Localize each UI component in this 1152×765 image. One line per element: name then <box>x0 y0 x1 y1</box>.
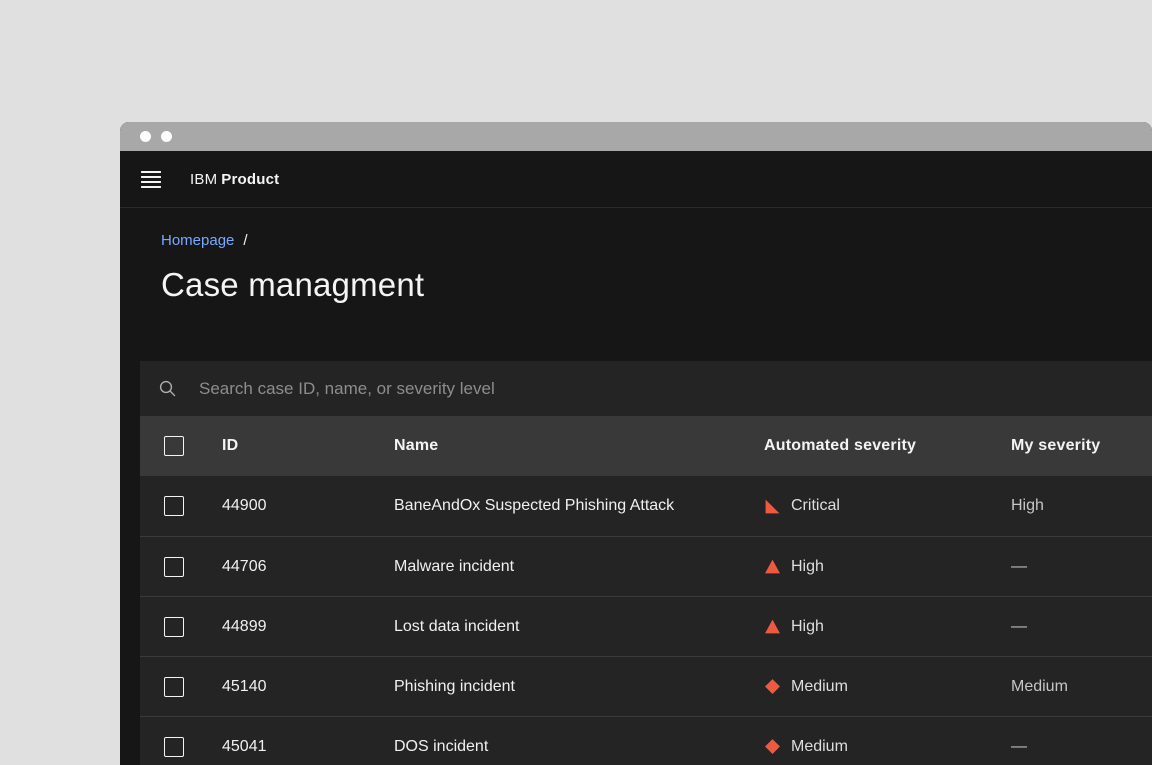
severity-medium-icon <box>765 679 780 694</box>
table-row[interactable]: 45140 Phishing incident Medium Medium <box>140 656 1152 716</box>
cell-case-name: DOS incident <box>394 737 489 755</box>
app-window: IBM Product Homepage / Case managment Se… <box>120 122 1152 765</box>
severity-label: Medium <box>791 677 848 695</box>
select-all-checkbox[interactable] <box>164 436 184 456</box>
cell-case-id: 45041 <box>222 737 267 755</box>
search-input[interactable] <box>199 378 1152 399</box>
menu-button[interactable] <box>141 170 161 188</box>
breadcrumb-separator: / <box>243 232 248 249</box>
cell-my-severity: — <box>1011 737 1027 755</box>
cell-case-id: 44900 <box>222 497 267 514</box>
window-control-dot[interactable] <box>161 131 172 142</box>
desktop-background: IBM Product Homepage / Case managment Se… <box>0 0 1152 765</box>
severity-high-icon <box>765 619 780 634</box>
search-icon <box>159 380 176 397</box>
table-header-row: ID Name Automated severity My severity <box>140 416 1152 476</box>
severity-medium-icon <box>765 739 780 754</box>
breadcrumb-link-homepage[interactable]: Homepage <box>161 232 234 250</box>
row-checkbox[interactable] <box>164 676 184 697</box>
column-header-id[interactable]: ID <box>222 437 394 455</box>
column-header-my-severity[interactable]: My severity <box>1011 437 1152 455</box>
row-checkbox[interactable] <box>164 616 184 637</box>
row-checkbox[interactable] <box>164 556 184 577</box>
cell-case-id: 44899 <box>222 617 267 635</box>
window-titlebar[interactable] <box>120 122 1152 151</box>
cell-case-name: BaneAndOx Suspected Phishing Attack <box>394 497 675 514</box>
row-checkbox[interactable] <box>164 736 184 757</box>
table-row[interactable]: 45041 DOS incident Medium — <box>140 716 1152 765</box>
severity-critical-icon <box>765 499 780 513</box>
cell-my-severity: — <box>1011 617 1027 635</box>
page-title: Case managment <box>161 266 425 303</box>
severity-label: Critical <box>791 497 840 514</box>
cell-automated-severity: Medium <box>764 678 1011 696</box>
page-content: Homepage / Case managment ID <box>120 232 1152 765</box>
severity-label: High <box>791 557 824 575</box>
brand-name: Product <box>221 170 280 188</box>
breadcrumb: Homepage / <box>161 232 1152 250</box>
brand-prefix: IBM <box>190 170 218 188</box>
table-row[interactable]: 44899 Lost data incident High — <box>140 596 1152 656</box>
cell-automated-severity: High <box>764 618 1011 636</box>
cell-case-id: 44706 <box>222 557 267 575</box>
cell-automated-severity: High <box>764 558 1011 576</box>
table-row[interactable]: 44706 Malware incident High — <box>140 536 1152 596</box>
app-header: IBM Product <box>120 151 1152 208</box>
app-brand[interactable]: IBM Product <box>190 171 279 188</box>
cell-case-name: Lost data incident <box>394 617 520 635</box>
cell-my-severity: — <box>1011 557 1027 575</box>
cell-case-id: 45140 <box>222 677 267 695</box>
cell-my-severity: High <box>1011 497 1044 514</box>
hamburger-icon <box>141 170 161 188</box>
column-header-automated-severity[interactable]: Automated severity <box>764 437 1011 455</box>
cell-automated-severity: Medium <box>764 738 1011 756</box>
case-table-panel: ID Name Automated severity My severity 4… <box>140 361 1152 765</box>
search-bar[interactable] <box>140 361 1152 416</box>
severity-label: Medium <box>791 737 848 755</box>
cell-automated-severity: Critical <box>764 497 1011 515</box>
cell-case-name: Malware incident <box>394 557 515 575</box>
table-row[interactable]: 44900 BaneAndOx Suspected Phishing Attac… <box>140 476 1152 536</box>
row-checkbox[interactable] <box>164 496 184 516</box>
severity-high-icon <box>765 559 780 574</box>
column-header-name[interactable]: Name <box>394 437 764 455</box>
cell-case-name: Phishing incident <box>394 677 515 695</box>
window-control-dot[interactable] <box>140 131 151 142</box>
severity-label: High <box>791 617 824 635</box>
table-body: 44900 BaneAndOx Suspected Phishing Attac… <box>140 476 1152 765</box>
cell-my-severity: Medium <box>1011 677 1068 695</box>
